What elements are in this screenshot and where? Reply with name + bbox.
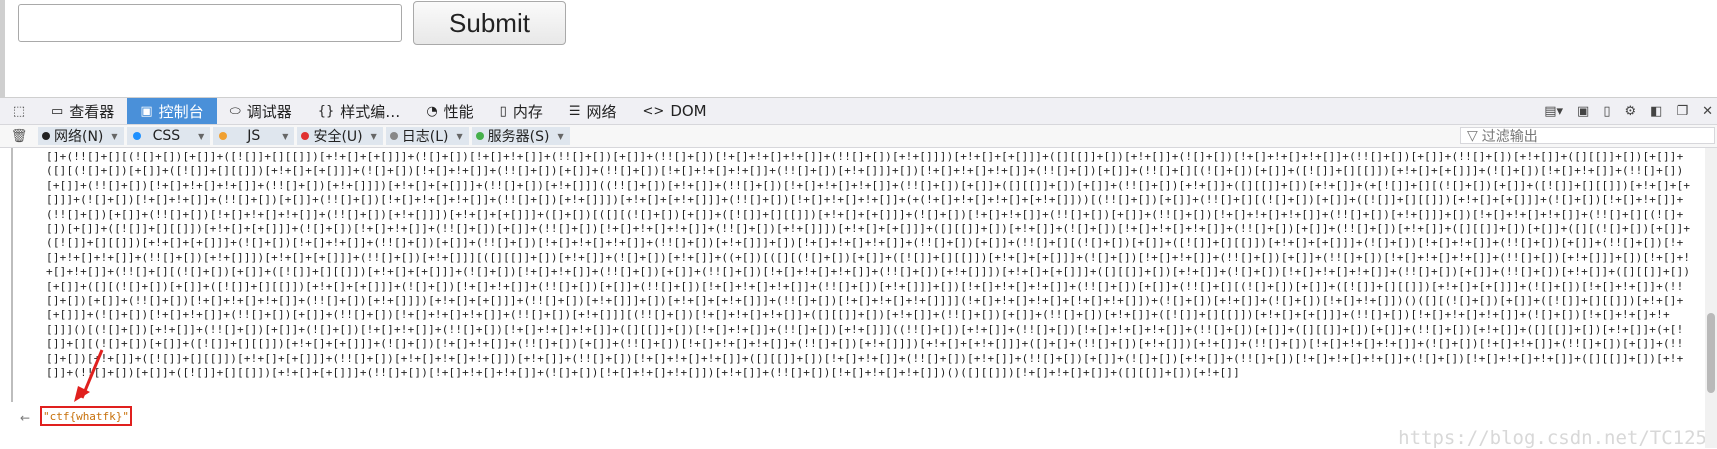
console-icon: ▣ xyxy=(140,103,153,119)
tab-label: DOM xyxy=(670,102,707,120)
close-icon[interactable]: ✕ xyxy=(1702,104,1713,119)
console-input-code: []+(!![]+[][(![]+[])[+[]]+([![]]+[][[]])… xyxy=(46,150,1691,380)
frames-icon[interactable]: ▤▾ xyxy=(1544,104,1563,119)
tab-label: 内存 xyxy=(512,102,543,121)
dom-icon: <> xyxy=(642,103,665,119)
memory-icon: ▯ xyxy=(499,103,507,119)
submit-button[interactable]: Submit xyxy=(413,1,566,45)
filter-network[interactable]: 网络(N) ▼ xyxy=(38,127,124,145)
filter-server[interactable]: 服务器(S) ▼ xyxy=(471,127,570,145)
text-input[interactable] xyxy=(18,4,402,42)
filter-js[interactable]: JS ▼ xyxy=(213,127,295,145)
dock-side-icon[interactable]: ◧ xyxy=(1650,104,1662,119)
tab-label: 样式编… xyxy=(340,102,401,121)
result-highlight-box: "ctf{whatfk}" xyxy=(40,406,132,426)
console-output: []+(!![]+[][(![]+[])[+[]]+([![]]+[][[]])… xyxy=(0,148,1717,449)
tab-label: 网络 xyxy=(586,102,617,121)
tab-label: 控制台 xyxy=(158,102,204,121)
status-dot-icon xyxy=(389,132,398,140)
devtools-toolbar: ⬚ ▭ 查看器 ▣ 控制台 ⬭ 调试器 {} 样式编… ◔ 性能 ▯ 内存 ☰ … xyxy=(0,98,1717,125)
chevron-down-icon: ▼ xyxy=(111,131,118,141)
input-gutter xyxy=(11,148,13,402)
chevron-down-icon: ▼ xyxy=(370,131,377,141)
filter-css[interactable]: CSS ▼ xyxy=(126,127,211,145)
console-result-value[interactable]: "ctf{whatfk}" xyxy=(43,410,129,423)
inspector-icon: ▭ xyxy=(51,103,64,119)
settings-icon[interactable]: ⚙ xyxy=(1624,104,1636,119)
tab-dom[interactable]: <> DOM xyxy=(630,98,720,124)
status-dot-icon xyxy=(132,132,141,140)
filter-icon: ▽ xyxy=(1467,127,1478,144)
filter-label: 日志(L) xyxy=(401,129,449,145)
tab-inspector[interactable]: ▭ 查看器 xyxy=(38,98,127,124)
watermark: https://blog.csdn.net/TC125 xyxy=(1398,427,1707,449)
scroll-thumb[interactable] xyxy=(1707,313,1715,393)
chevron-down-icon: ▼ xyxy=(456,131,463,141)
result-arrow-icon: ← xyxy=(20,411,31,425)
tab-memory[interactable]: ▯ 内存 xyxy=(487,98,556,124)
style-editor-icon: {} xyxy=(317,103,335,119)
devtools-panel: ⬚ ▭ 查看器 ▣ 控制台 ⬭ 调试器 {} 样式编… ◔ 性能 ▯ 内存 ☰ … xyxy=(0,97,1717,449)
annotation-arrow-icon xyxy=(74,349,104,402)
tab-label: 性能 xyxy=(443,102,474,121)
filter-log[interactable]: 日志(L) ▼ xyxy=(385,127,469,145)
tab-label: 调试器 xyxy=(246,102,292,121)
debugger-icon: ⬭ xyxy=(229,103,241,119)
split-console-icon[interactable]: ▣ xyxy=(1577,104,1589,119)
performance-icon: ◔ xyxy=(426,103,438,119)
filter-label: 网络(N) xyxy=(54,129,104,145)
tab-label: 查看器 xyxy=(69,102,115,121)
tab-network[interactable]: ☰ 网络 xyxy=(556,98,630,124)
filter-output-placeholder: 过滤输出 xyxy=(1481,128,1538,145)
undock-icon[interactable]: ❐ xyxy=(1676,104,1688,119)
console-scrollbar[interactable] xyxy=(1705,148,1717,448)
network-icon: ☰ xyxy=(568,103,581,119)
page-content: Submit xyxy=(0,0,1717,98)
filter-label: JS xyxy=(247,128,261,144)
status-dot-icon xyxy=(42,132,50,140)
chevron-down-icon: ▼ xyxy=(198,131,205,141)
responsive-icon[interactable]: ▯ xyxy=(1603,104,1610,119)
chevron-down-icon: ▼ xyxy=(282,131,289,141)
filter-bar: 🗑 网络(N) ▼ CSS ▼ JS ▼ 安全(U) ▼ 日志(L) ▼ 服务器… xyxy=(0,125,1717,148)
toolbar-right: ▤▾ ▣ ▯ ⚙ ◧ ❐ ✕ xyxy=(1544,98,1713,124)
page-edge xyxy=(0,0,5,98)
filter-label: CSS xyxy=(152,128,181,144)
filter-security[interactable]: 安全(U) ▼ xyxy=(297,127,383,145)
tab-performance[interactable]: ◔ 性能 xyxy=(413,98,486,124)
filter-label: 安全(U) xyxy=(313,129,363,145)
filter-output-input[interactable]: ▽ 过滤输出 xyxy=(1460,127,1715,145)
trash-icon[interactable]: 🗑 xyxy=(0,129,38,144)
chevron-down-icon: ▼ xyxy=(557,131,564,141)
status-dot-icon xyxy=(301,132,310,140)
element-picker-icon[interactable]: ⬚ xyxy=(0,98,38,124)
tab-console[interactable]: ▣ 控制台 xyxy=(127,98,217,124)
status-dot-icon xyxy=(475,132,484,140)
status-dot-icon xyxy=(219,132,228,140)
tab-style-editor[interactable]: {} 样式编… xyxy=(305,98,414,124)
filter-label: 服务器(S) xyxy=(487,129,550,145)
tab-debugger[interactable]: ⬭ 调试器 xyxy=(217,98,305,124)
